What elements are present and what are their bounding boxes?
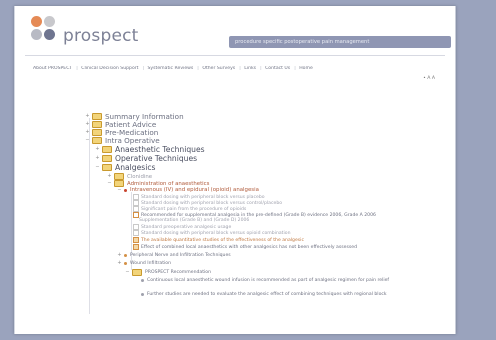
collapse-icon[interactable]: −	[95, 165, 100, 170]
nav-item-links[interactable]: Links	[244, 66, 256, 71]
text-size-controls[interactable]: • A A	[423, 76, 435, 81]
tree-node-prospect-rec[interactable]: − PROSPECT Recommendation	[125, 269, 211, 276]
nav-separator: |	[76, 66, 78, 71]
leaf-item-highlight[interactable]: The available quantitative studies of th…	[133, 237, 304, 243]
nav-item-about[interactable]: About PROSPECT	[33, 66, 72, 71]
nav-item-reviews[interactable]: Systematic Reviews	[148, 66, 194, 71]
expand-icon[interactable]: +	[95, 156, 100, 161]
collapse-icon[interactable]: −	[107, 181, 112, 186]
tagline-bar: procedure specific postoperative pain ma…	[229, 36, 451, 48]
leaf-item-continuation: Supplementation (Grade B) and (Grade D) …	[139, 218, 250, 223]
folder-open-icon	[132, 269, 142, 276]
collapse-icon[interactable]: −	[85, 138, 90, 143]
bullet-icon	[124, 188, 127, 192]
folder-icon	[92, 113, 102, 120]
expand-icon[interactable]: +	[85, 114, 90, 119]
site-header: prospect procedure specific postoperativ…	[15, 6, 455, 56]
tree-guide-line	[89, 118, 90, 314]
folder-icon	[114, 173, 124, 180]
expand-icon[interactable]: +	[85, 130, 90, 135]
tree-node-anaesthetic[interactable]: + Anaesthetic Techniques	[95, 145, 204, 154]
folder-icon	[92, 129, 102, 136]
leaf-marker-icon	[133, 230, 139, 236]
folder-open-icon	[114, 180, 124, 187]
folder-icon	[102, 155, 112, 162]
folder-open-icon	[102, 164, 112, 171]
nav-item-surveys[interactable]: Other Surveys	[202, 66, 235, 71]
leaf-marker-icon	[133, 244, 139, 250]
nav-separator: |	[142, 66, 145, 71]
tree-node-peripheral[interactable]: + Peripheral Nerve and Infiltration Tech…	[117, 253, 230, 259]
tree-node-operative[interactable]: + Operative Techniques	[95, 154, 197, 163]
nav-separator: |	[294, 66, 296, 71]
bullet-icon	[141, 293, 144, 296]
bullet-icon	[124, 254, 127, 257]
expand-icon[interactable]: +	[107, 174, 112, 179]
folder-icon	[92, 121, 102, 128]
tree-node-clonidine[interactable]: + Clonidine	[107, 173, 152, 180]
tree-node-analgesics[interactable]: − Analgesics	[95, 163, 155, 172]
recommendation-item[interactable]: Continuous local anaesthetic wound infus…	[141, 278, 389, 283]
nav-separator: |	[260, 66, 262, 71]
nav-item-clinical[interactable]: Clinical Decision Support	[81, 66, 138, 71]
recommendation-item[interactable]: Further studies are needed to evaluate t…	[141, 292, 387, 297]
bullet-icon	[141, 279, 144, 282]
tree-guide-line	[131, 192, 132, 270]
nav-separator: |	[197, 66, 199, 71]
leaf-item-highlight[interactable]: Effect of combined local anaesthetics wi…	[133, 244, 357, 250]
site-logo[interactable]: prospect	[63, 26, 139, 46]
leaf-item[interactable]: Standard dosing with peripheral block ve…	[133, 230, 291, 236]
collapse-icon[interactable]: −	[125, 270, 130, 275]
collapse-icon[interactable]: −	[117, 187, 122, 193]
expand-icon[interactable]: +	[117, 253, 122, 258]
leaf-marker-icon	[133, 237, 139, 243]
expand-icon[interactable]: +	[85, 122, 90, 127]
nav-separator: |	[239, 66, 241, 71]
tree-node-wound[interactable]: + Wound Infiltration	[117, 261, 171, 267]
main-nav: About PROSPECT | Clinical Decision Suppor…	[33, 66, 447, 76]
folder-open-icon	[92, 137, 102, 144]
bullet-icon	[124, 262, 127, 265]
nav-item-home[interactable]: Home	[299, 66, 313, 71]
folder-icon	[102, 146, 112, 153]
browser-window: prospect procedure specific postoperativ…	[14, 6, 456, 334]
tree-node-intraop[interactable]: − Intra Operative	[85, 136, 159, 145]
nav-item-contact[interactable]: Contact Us	[265, 66, 290, 71]
expand-icon[interactable]: +	[95, 147, 100, 152]
tree-node-admin[interactable]: − Administration of anaesthetics	[107, 180, 209, 187]
expand-icon[interactable]: +	[117, 261, 122, 266]
header-divider	[25, 55, 445, 56]
tree-node-iv-epidural[interactable]: − Intravenous (IV) and epidural (opioid)…	[117, 187, 259, 193]
